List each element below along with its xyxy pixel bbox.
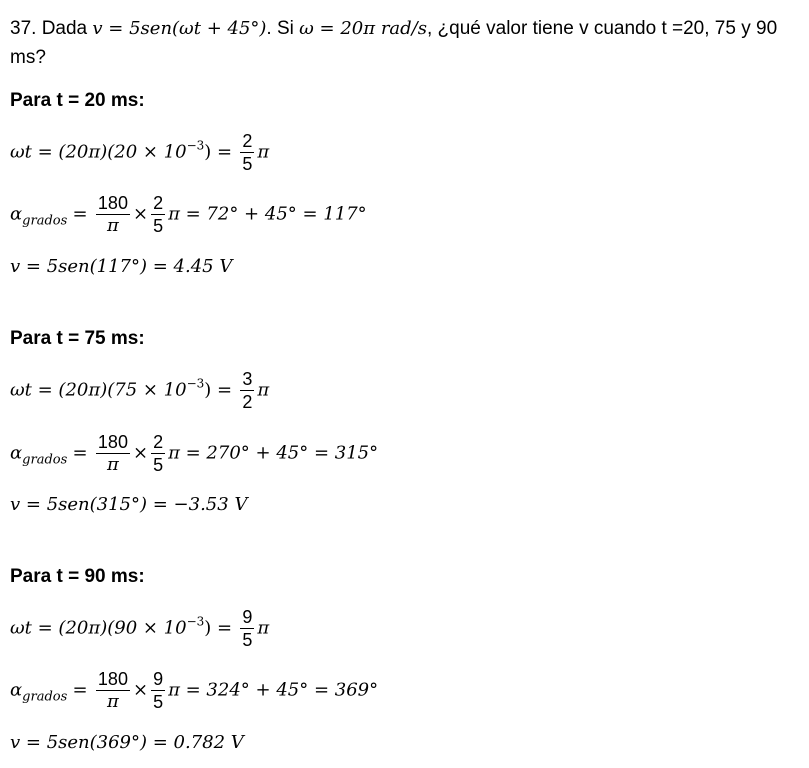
alpha-fraction-second: 2 5 — [151, 192, 166, 237]
omega-t-fraction: 2 5 — [240, 130, 255, 175]
alpha-symbol: α — [10, 442, 23, 464]
fraction-numerator: 2 — [151, 193, 166, 215]
omega-t-lhs: ωt = (20π)(75 × 10 — [10, 379, 187, 401]
problem-statement: 37. Dada v = 5sen(ωt + 45°). Si ω = 20π … — [10, 14, 805, 72]
fraction-numerator: 9 — [240, 607, 255, 629]
omega-t-lhs: ωt = (20π)(90 × 10 — [10, 617, 187, 639]
section-90ms-voltage-result: v = 5sen(369°) = 0.782 V — [10, 732, 244, 753]
alpha-subscript: grados — [22, 213, 68, 229]
alpha-fraction-second: 9 5 — [151, 668, 166, 713]
problem-omega-expression: ω = 20π rad/s — [299, 18, 427, 39]
section-heading-20ms: Para t = 20 ms: — [10, 90, 145, 111]
omega-t-lhs: ωt = (20π)(20 × 10 — [10, 141, 187, 163]
fraction-numerator: 180 — [95, 193, 130, 215]
omega-t-pi: π — [257, 379, 270, 401]
fraction-denominator: π — [107, 691, 119, 712]
section-75ms-omega-t-line: ωt = (20π)(75 × 10−3) = 3 2 π — [10, 368, 269, 413]
alpha-equals: = — [72, 442, 88, 464]
alpha-rhs: π = 324° + 45° = 369° — [168, 679, 379, 701]
section-20ms-omega-t-line: ωt = (20π)(20 × 10−3) = 2 5 π — [10, 130, 269, 175]
alpha-symbol: α — [10, 679, 23, 701]
alpha-fraction-second: 2 5 — [151, 431, 166, 476]
fraction-denominator: 5 — [153, 216, 164, 236]
omega-t-fraction: 3 2 — [240, 368, 255, 413]
fraction-denominator: 5 — [153, 455, 164, 475]
omega-t-pi: π — [257, 617, 270, 639]
alpha-equals: = — [72, 679, 88, 701]
section-75ms-alpha-line: αgrados = 180 π × 2 5 π = 270° + 45° = 3… — [10, 431, 378, 476]
omega-t-pi: π — [257, 141, 270, 163]
alpha-rhs: π = 72° + 45° = 117° — [168, 203, 367, 225]
alpha-subscript: grados — [22, 689, 68, 705]
alpha-times: × — [132, 442, 149, 464]
fraction-numerator: 2 — [240, 131, 255, 153]
alpha-symbol: α — [10, 203, 23, 225]
section-90ms-alpha-line: αgrados = 180 π × 9 5 π = 324° + 45° = 3… — [10, 668, 378, 713]
fraction-denominator: 5 — [153, 692, 164, 712]
alpha-fraction-180-pi: 180 π — [95, 668, 130, 713]
section-20ms-alpha-line: αgrados = 180 π × 2 5 π = 72° + 45° = 11… — [10, 192, 367, 237]
omega-t-fraction: 9 5 — [240, 606, 255, 651]
fraction-denominator: π — [107, 215, 119, 236]
omega-t-mid: ) = — [204, 617, 233, 639]
section-heading-90ms: Para t = 90 ms: — [10, 566, 145, 587]
section-heading-75ms: Para t = 75 ms: — [10, 328, 145, 349]
fraction-numerator: 3 — [240, 369, 255, 391]
fraction-denominator: 5 — [242, 154, 253, 174]
alpha-subscript: grados — [22, 452, 68, 468]
section-75ms-voltage-result: v = 5sen(315°) = −3.53 V — [10, 494, 248, 515]
fraction-numerator: 180 — [95, 432, 130, 454]
omega-t-mid: ) = — [204, 141, 233, 163]
alpha-times: × — [132, 203, 149, 225]
problem-text-a: Dada — [41, 18, 88, 39]
alpha-fraction-180-pi: 180 π — [95, 431, 130, 476]
problem-voltage-expression: v = 5sen(ωt + 45°) — [92, 18, 267, 39]
omega-t-exponent: −3 — [186, 138, 205, 153]
problem-number: 37. — [10, 18, 37, 39]
omega-t-exponent: −3 — [186, 614, 205, 629]
section-20ms-voltage-result: v = 5sen(117°) = 4.45 V — [10, 256, 233, 277]
fraction-denominator: 2 — [242, 392, 253, 412]
fraction-denominator: 5 — [242, 630, 253, 650]
alpha-rhs: π = 270° + 45° = 315° — [168, 442, 379, 464]
fraction-denominator: π — [107, 454, 119, 475]
section-90ms-omega-t-line: ωt = (20π)(90 × 10−3) = 9 5 π — [10, 606, 269, 651]
alpha-times: × — [132, 679, 149, 701]
fraction-numerator: 9 — [151, 669, 166, 691]
omega-t-exponent: −3 — [186, 376, 205, 391]
fraction-numerator: 2 — [151, 432, 166, 454]
omega-t-mid: ) = — [204, 379, 233, 401]
fraction-numerator: 180 — [95, 669, 130, 691]
alpha-equals: = — [72, 203, 88, 225]
problem-text-b: . Si — [266, 18, 294, 39]
alpha-fraction-180-pi: 180 π — [95, 192, 130, 237]
